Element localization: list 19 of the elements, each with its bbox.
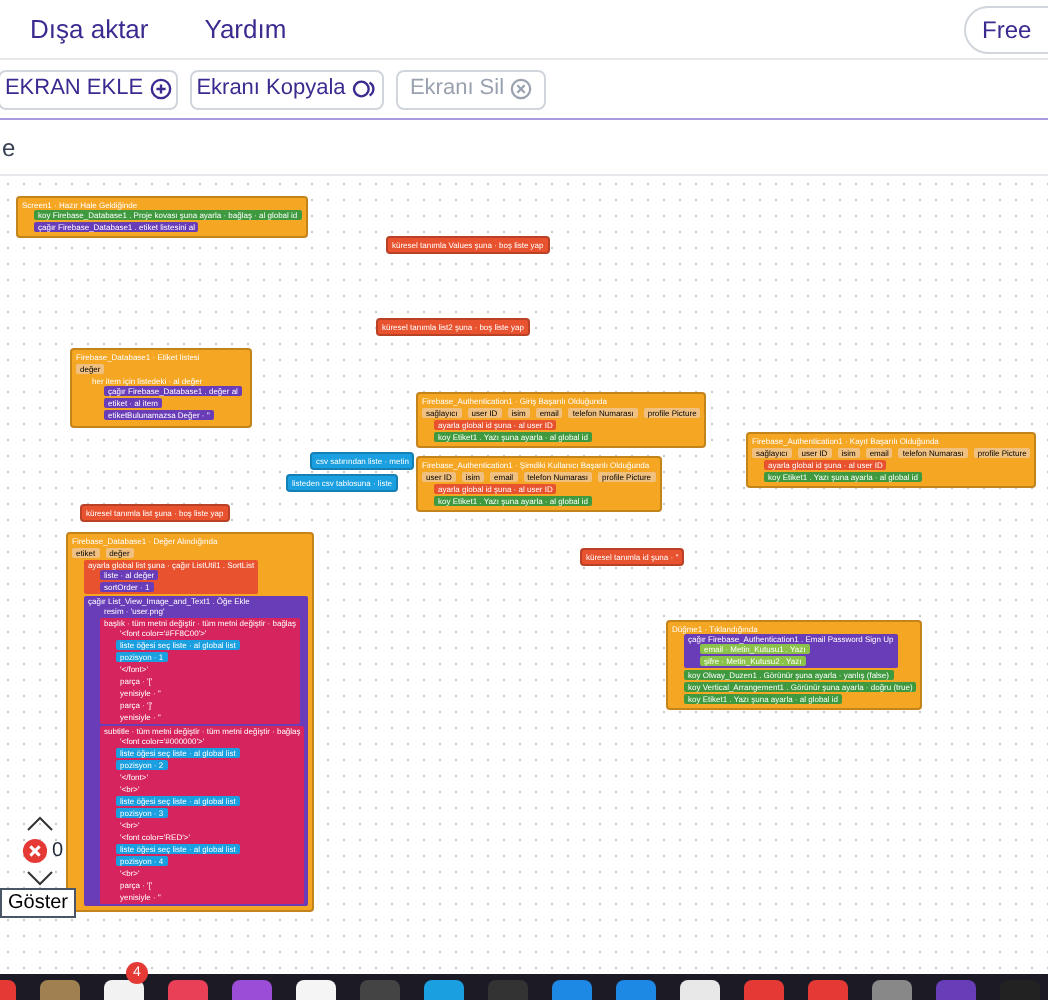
chevron-down-icon[interactable] bbox=[26, 870, 54, 886]
show-button[interactable]: Göster bbox=[0, 888, 77, 918]
add-screen-button[interactable]: EKRAN EKLE bbox=[0, 69, 178, 109]
close-circle-icon bbox=[510, 78, 533, 100]
error-icon[interactable] bbox=[22, 838, 48, 864]
breadcrumb-text: e bbox=[2, 131, 16, 165]
plan-button[interactable]: Free bbox=[964, 6, 1048, 54]
code-block[interactable] bbox=[666, 620, 923, 710]
code-block[interactable] bbox=[66, 532, 315, 912]
app-icon[interactable] bbox=[680, 980, 720, 1000]
app-icon[interactable] bbox=[296, 980, 336, 1000]
menu-item[interactable]: Dışa aktar bbox=[30, 9, 149, 49]
copy-screen-button[interactable]: Ekranı Kopyala bbox=[190, 69, 384, 109]
error-count: 0 bbox=[52, 838, 64, 866]
copy-icon bbox=[351, 78, 378, 100]
menu-item[interactable]: Yardım bbox=[204, 9, 287, 49]
chevron-up-icon[interactable] bbox=[26, 816, 54, 832]
app-icon[interactable] bbox=[424, 980, 464, 1000]
plus-circle-icon bbox=[149, 78, 172, 100]
